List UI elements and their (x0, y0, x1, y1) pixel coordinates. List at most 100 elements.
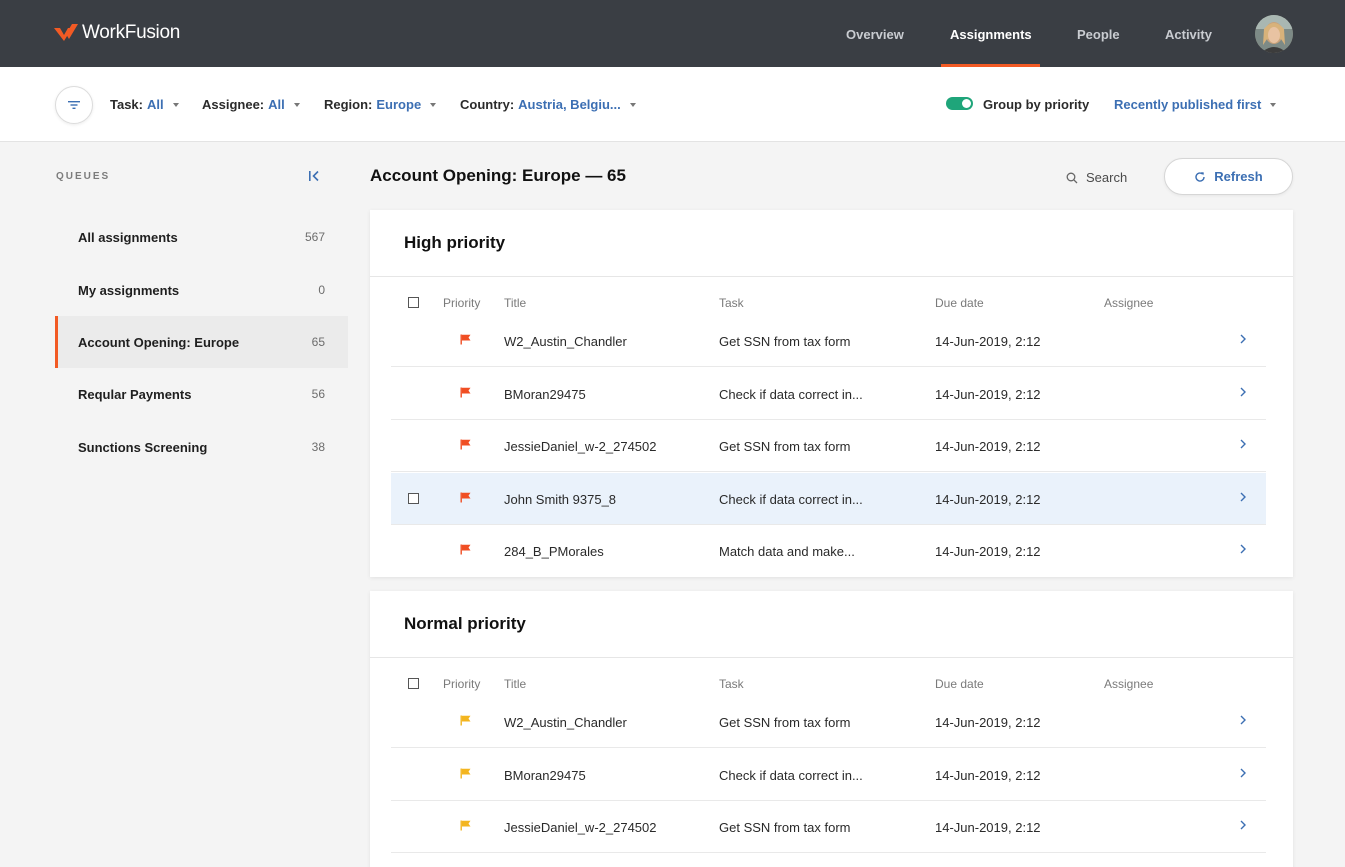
priority-flag-icon (460, 334, 471, 345)
table-row[interactable]: JessieDaniel_w-2_274502 Get SSN from tax … (391, 801, 1266, 853)
nav-activity[interactable]: Activity (1165, 0, 1212, 67)
queue-label: My assignments (78, 282, 180, 298)
queue-label: Sunctions Screening (78, 439, 208, 455)
queue-item-sanctions-screening[interactable]: Sunctions Screening 38 (55, 421, 348, 473)
table-row[interactable]: John Smith 9375_8 Check if data correct i… (391, 472, 1266, 525)
chevron-right-icon[interactable] (1239, 767, 1247, 779)
row-due-date: 14-Jun-2019, 2:12 (935, 491, 1041, 507)
nav-people[interactable]: People (1077, 0, 1120, 67)
chevron-right-icon[interactable] (1239, 386, 1247, 398)
table-row[interactable]: 284_B_PMorales Match data and make... 14-J… (391, 525, 1266, 577)
column-due-date[interactable]: Due date (935, 677, 984, 691)
filter-button[interactable] (55, 86, 93, 124)
row-task: Check if data correct in... (719, 767, 863, 783)
row-task: Get SSN from tax form (719, 334, 851, 349)
queue-item-my-assignments[interactable]: My assignments 0 (55, 264, 348, 316)
divider (370, 276, 1293, 277)
caret-down-icon (430, 102, 437, 107)
chevron-right-icon[interactable] (1239, 491, 1247, 503)
chevron-right-icon[interactable] (1239, 819, 1247, 831)
table-row[interactable]: W2_Austin_Chandler Get SSN from tax form 1… (391, 315, 1266, 367)
queue-item-regular-payments[interactable]: Reqular Payments 56 (55, 368, 348, 420)
column-task[interactable]: Task (719, 677, 744, 691)
row-due-date: 14-Jun-2019, 2:12 (935, 439, 1041, 454)
chevron-right-icon[interactable] (1239, 333, 1247, 345)
column-assignee[interactable]: Assignee (1104, 296, 1153, 310)
country-filter[interactable]: Country: Austria, Belgiu... (460, 97, 636, 112)
refresh-icon (1195, 171, 1205, 182)
task-filter[interactable]: Task: All (110, 97, 179, 112)
group-title: Normal priority (404, 614, 526, 633)
row-due-date: 14-Jun-2019, 2:12 (935, 767, 1041, 783)
column-assignee[interactable]: Assignee (1104, 677, 1153, 691)
row-task: Check if data correct in... (719, 491, 863, 507)
priority-flag-icon (460, 768, 471, 778)
row-title: JessieDaniel_w-2_274502 (504, 820, 657, 835)
queue-count: 56 (311, 387, 325, 401)
column-task[interactable]: Task (719, 296, 744, 310)
row-due-date: 14-Jun-2019, 2:12 (935, 820, 1041, 835)
assignee-filter[interactable]: Assignee: All (202, 97, 300, 112)
sort-dropdown[interactable]: Recently published first (1114, 97, 1277, 112)
row-due-date: 14-Jun-2019, 2:12 (935, 544, 1041, 559)
chevron-right-icon[interactable] (1239, 543, 1247, 555)
nav-overview[interactable]: Overview (846, 0, 904, 67)
column-due-date[interactable]: Due date (935, 296, 984, 310)
table-row[interactable]: BMoran29475 Check if data correct in... 14… (391, 749, 1266, 801)
queue-item-account-opening-europe[interactable]: Account Opening: Europe 65 (55, 316, 348, 368)
group-title: High priority (404, 233, 506, 252)
row-task: Get SSN from tax form (719, 439, 851, 454)
divider (370, 657, 1293, 658)
caret-down-icon (172, 102, 179, 107)
brand-logo[interactable]: WorkFusion (54, 22, 180, 44)
row-title: 284_B_PMorales (504, 544, 604, 559)
page-title: Account Opening: Europe — 65 (370, 166, 626, 185)
queue-item-all-assignments[interactable]: All assignments 567 (55, 211, 348, 263)
queue-label: Account Opening: Europe (78, 334, 240, 350)
region-filter-value: Europe (376, 97, 422, 112)
select-all-checkbox[interactable] (408, 297, 419, 308)
chevron-right-icon[interactable] (1239, 714, 1247, 726)
brand-name: WorkFusion (82, 22, 181, 43)
caret-down-icon (293, 102, 300, 107)
filter-icon (68, 101, 80, 109)
row-due-date: 14-Jun-2019, 2:12 (935, 386, 1041, 402)
queue-count: 567 (304, 230, 325, 244)
queue-count: 0 (318, 283, 325, 297)
search-button[interactable]: Search (1066, 170, 1127, 185)
group-by-priority-toggle[interactable] (946, 97, 973, 110)
nav-assignments[interactable]: Assignments (950, 0, 1032, 67)
row-task: Get SSN from tax form (719, 820, 851, 835)
row-title: JessieDaniel_w-2_274502 (504, 439, 657, 454)
row-title: John Smith 9375_8 (504, 491, 617, 507)
filter-bar: Task: All Assignee: All Region: Europe C… (0, 67, 1345, 142)
user-avatar[interactable] (1255, 15, 1293, 53)
table-row[interactable]: BMoran29475 Check if data correct in... 14… (391, 368, 1266, 420)
region-filter-label: Region: (324, 97, 373, 112)
table-row[interactable]: W2_Austin_Chandler Get SSN from tax form 1… (391, 696, 1266, 748)
priority-flag-icon (460, 492, 471, 502)
row-title: W2_Austin_Chandler (504, 715, 627, 730)
row-checkbox[interactable] (408, 492, 419, 504)
priority-flag-icon (460, 715, 471, 726)
column-priority: Priority (443, 296, 481, 310)
region-filter[interactable]: Region: Europe (324, 97, 437, 112)
workfusion-logo-icon (54, 24, 78, 41)
row-due-date: 14-Jun-2019, 2:12 (935, 715, 1041, 730)
high-priority-card: High priority Priority Title Task Due da… (370, 210, 1293, 577)
priority-flag-icon (460, 439, 471, 450)
collapse-sidebar-icon[interactable] (307, 169, 321, 188)
row-title: BMoran29475 (504, 386, 586, 402)
select-all-checkbox[interactable] (408, 678, 419, 689)
row-title: BMoran29475 (504, 767, 586, 783)
column-title[interactable]: Title (504, 296, 526, 310)
caret-down-icon (1270, 102, 1277, 107)
column-title[interactable]: Title (504, 677, 526, 691)
refresh-button[interactable]: Refresh (1164, 158, 1293, 195)
chevron-right-icon[interactable] (1239, 438, 1247, 450)
refresh-label: Refresh (1214, 169, 1263, 184)
caret-down-icon (629, 102, 636, 107)
queue-label: Reqular Payments (78, 386, 192, 402)
table-row[interactable]: JessieDaniel_w-2_274502 Get SSN from tax … (391, 420, 1266, 472)
search-label: Search (1086, 170, 1128, 185)
